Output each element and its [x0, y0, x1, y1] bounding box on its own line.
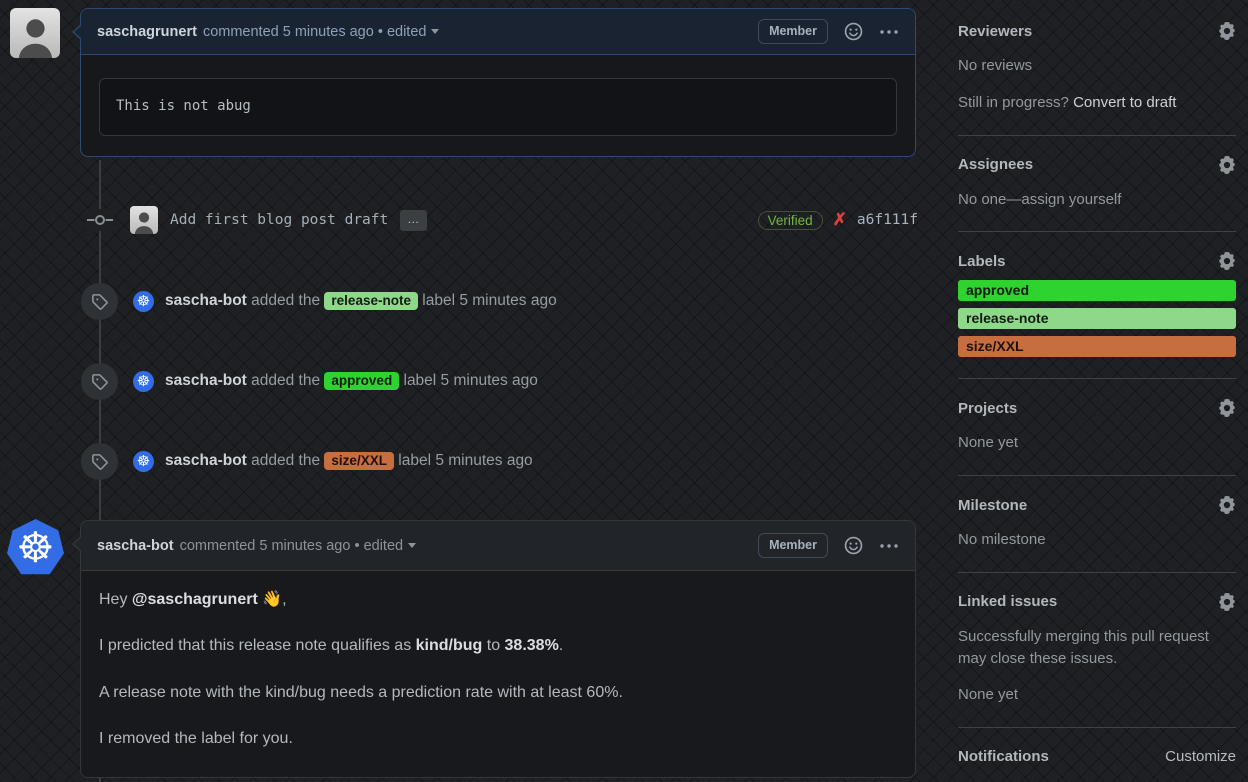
section-title: Labels: [958, 252, 1006, 270]
tag-icon: [81, 442, 118, 480]
edited-dropdown-icon[interactable]: [408, 543, 417, 549]
convert-to-draft-row: Still in progress? Convert to draft: [958, 93, 1177, 111]
projects-empty-text: None yet: [958, 434, 1019, 452]
comment-options-button[interactable]: [879, 543, 899, 549]
label-chip[interactable]: release-note: [324, 292, 418, 310]
sidebar-section-notifications: Notifications Customize: [958, 748, 1236, 765]
comment-paragraph: I predicted that this release note quali…: [99, 637, 564, 655]
speech-caret: [72, 536, 82, 552]
linked-issues-description: Successfully merging this pull request m…: [958, 627, 1209, 667]
customize-notifications-link[interactable]: Customize: [1165, 748, 1236, 765]
gear-icon[interactable]: [1218, 22, 1236, 40]
gear-icon[interactable]: [1218, 156, 1236, 174]
linked-issues-empty-text: None yet: [958, 686, 1019, 704]
comment-card-saschagrunert: saschagrunert commented 5 minutes ago • …: [72, 8, 916, 157]
comment-body: This is not abug: [81, 55, 915, 156]
comment-timestamp: commented 5 minutes ago • edited: [203, 24, 440, 40]
sidebar: Reviewers No reviews Still in progress? …: [958, 22, 1236, 782]
section-title: Projects: [958, 399, 1018, 417]
section-title: Notifications: [958, 748, 1049, 765]
sidebar-label-size-xxl[interactable]: size/XXL: [958, 336, 1236, 358]
event-actor[interactable]: sascha-bot: [165, 292, 247, 309]
event-actor[interactable]: sascha-bot: [165, 452, 247, 469]
commit-author-avatar[interactable]: [130, 206, 158, 234]
event-actor[interactable]: sascha-bot: [165, 372, 247, 389]
tag-icon: [81, 362, 118, 400]
comment-body: Hey @saschagrunert 👋, I predicted that t…: [81, 571, 915, 777]
add-reaction-button[interactable]: [844, 22, 863, 41]
label-event-row: ☸ sascha-bot added the approved label 5 …: [80, 362, 918, 400]
pull-request-conversation-page: saschagrunert commented 5 minutes ago • …: [0, 0, 1248, 782]
reviewers-empty-text: No reviews: [958, 57, 1033, 74]
milestone-empty-text: No milestone: [958, 531, 1046, 548]
assignees-empty-text[interactable]: No one—assign yourself: [958, 189, 1236, 211]
comment-card-sascha-bot: sascha-bot commented 5 minutes ago • edi…: [72, 520, 916, 778]
verified-badge[interactable]: Verified: [757, 210, 823, 230]
bot-avatar[interactable]: ☸: [133, 370, 154, 392]
sidebar-section-linked-issues: Linked issues Successfully merging this …: [958, 593, 1236, 728]
section-title: Milestone: [958, 496, 1028, 514]
member-badge: Member: [758, 533, 828, 558]
event-text: sascha-bot added the size/XXL label 5 mi…: [165, 452, 533, 470]
edited-dropdown-icon[interactable]: [431, 29, 440, 35]
sidebar-section-labels: Labels approved release-note size/XXL: [958, 252, 1236, 380]
user-mention[interactable]: @saschagrunert: [132, 591, 258, 608]
commit-sha[interactable]: a6f111f: [857, 212, 918, 228]
commit-expand-button[interactable]: …: [400, 209, 428, 231]
convert-to-draft-link[interactable]: Convert to draft: [1073, 94, 1176, 111]
add-reaction-button[interactable]: [844, 536, 863, 555]
label-chip[interactable]: size/XXL: [324, 452, 394, 470]
comment-header: sascha-bot commented 5 minutes ago • edi…: [72, 521, 915, 571]
smiley-icon: [844, 22, 863, 41]
section-title: Linked issues: [958, 593, 1058, 611]
kubernetes-logo-icon: ☸: [136, 372, 151, 390]
kebab-icon: [879, 543, 899, 549]
gear-icon[interactable]: [1218, 496, 1236, 514]
kubernetes-logo-icon: ☸: [136, 292, 151, 310]
comment-timestamp: commented 5 minutes ago • edited: [180, 538, 417, 554]
git-commit-icon: [85, 209, 115, 231]
comment-paragraph: A release note with the kind/bug needs a…: [99, 683, 623, 701]
gear-icon[interactable]: [1218, 593, 1236, 611]
label-event-row: ☸ sascha-bot added the release-note labe…: [80, 282, 918, 320]
bot-avatar[interactable]: ☸: [133, 290, 154, 312]
wave-emoji: 👋: [257, 591, 283, 608]
label-event-row: ☸ sascha-bot added the size/XXL label 5 …: [80, 442, 918, 480]
commit-message[interactable]: Add first blog post draft: [170, 212, 388, 228]
gear-icon[interactable]: [1218, 252, 1236, 270]
comment-header: saschagrunert commented 5 minutes ago • …: [72, 9, 915, 55]
sidebar-label-release-note[interactable]: release-note: [958, 308, 1236, 330]
ci-failed-x-icon[interactable]: ✗: [833, 210, 847, 230]
label-chip[interactable]: approved: [324, 372, 400, 390]
sidebar-section-projects: Projects None yet: [958, 399, 1236, 476]
sidebar-section-assignees: Assignees No one—assign yourself: [958, 156, 1236, 233]
section-title: Assignees: [958, 156, 1034, 173]
author-avatar[interactable]: [10, 8, 60, 58]
comment-options-button[interactable]: [879, 29, 899, 35]
speech-caret: [72, 24, 82, 40]
person-silhouette-icon: [14, 15, 57, 58]
member-badge: Member: [758, 19, 828, 44]
tag-icon: [81, 282, 118, 320]
kebab-icon: [879, 29, 899, 35]
comment-paragraph: Hey @saschagrunert 👋,: [99, 591, 287, 608]
bot-avatar[interactable]: ☸: [133, 450, 154, 472]
comment-author[interactable]: sascha-bot: [97, 538, 174, 554]
sidebar-label-approved[interactable]: approved: [958, 280, 1236, 302]
kubernetes-logo-icon: ☸: [136, 452, 151, 470]
event-text: sascha-bot added the approved label 5 mi…: [165, 372, 538, 390]
commit-row: Add first blog post draft … Verified ✗ a…: [130, 205, 918, 235]
sidebar-section-milestone: Milestone No milestone: [958, 496, 1236, 573]
bot-avatar-large[interactable]: ☸: [7, 519, 64, 575]
gear-icon[interactable]: [1218, 399, 1236, 417]
kubernetes-logo-icon: ☸: [16, 523, 55, 571]
smiley-icon: [844, 536, 863, 555]
sidebar-section-reviewers: Reviewers No reviews Still in progress? …: [958, 22, 1236, 136]
comment-paragraph: I removed the label for you.: [99, 730, 293, 748]
event-text: sascha-bot added the release-note label …: [165, 292, 557, 310]
person-silhouette-icon: [132, 210, 156, 234]
comment-code-block: This is not abug: [99, 78, 897, 136]
comment-author[interactable]: saschagrunert: [97, 24, 197, 40]
section-title: Reviewers: [958, 22, 1033, 40]
